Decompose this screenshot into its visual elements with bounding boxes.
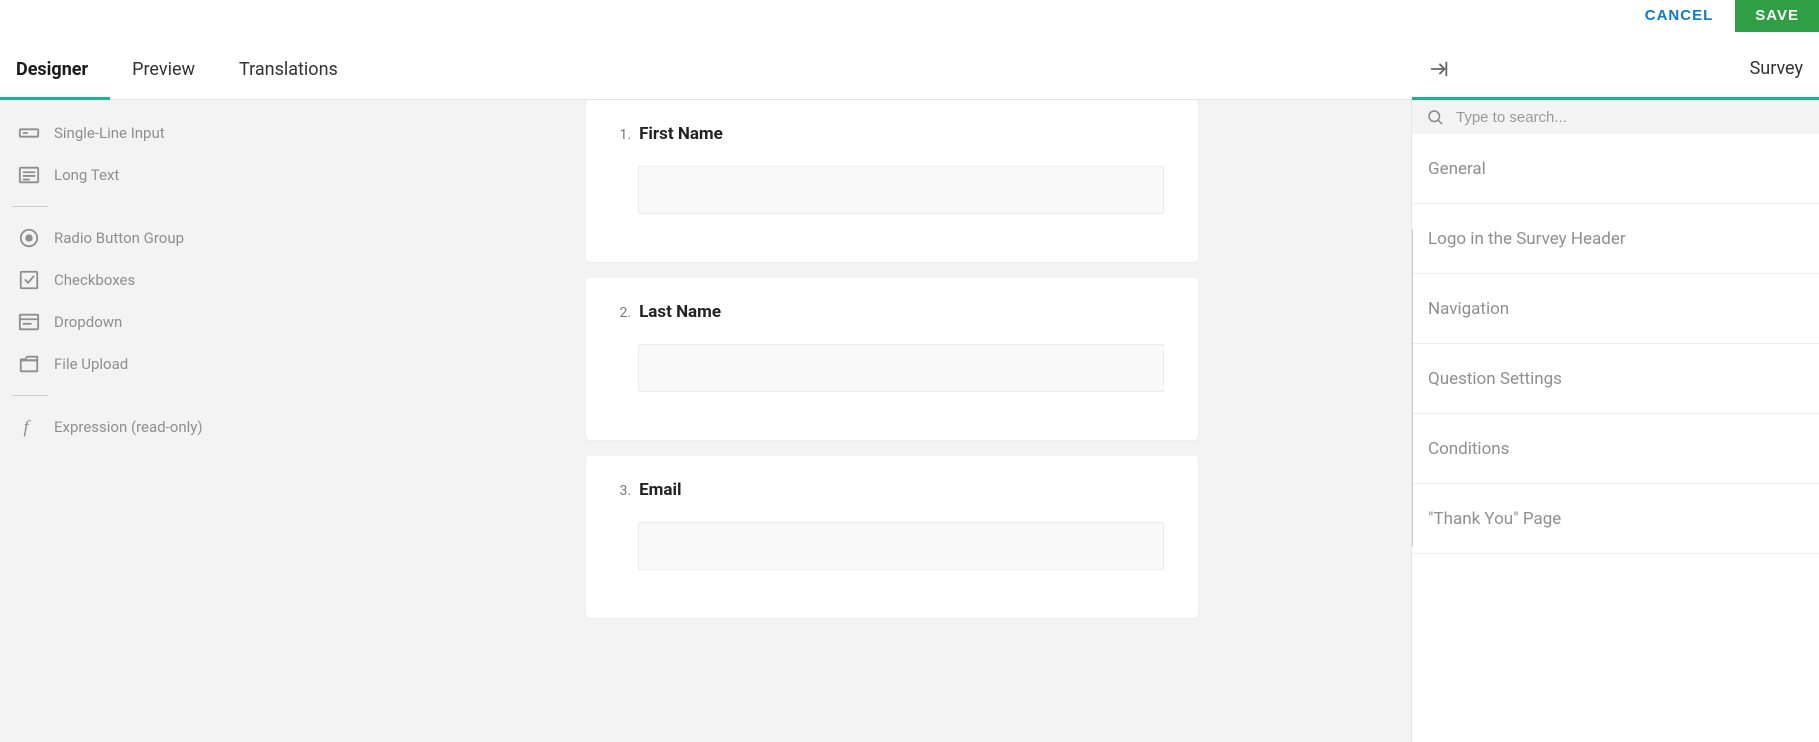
property-section[interactable]: Question Settings — [1412, 344, 1819, 414]
toolbox-item-file[interactable]: File Upload — [0, 343, 372, 385]
property-section[interactable]: Navigation — [1412, 274, 1819, 344]
save-button[interactable]: SAVE — [1735, 0, 1819, 32]
toolbox-item-checkbox[interactable]: Checkboxes — [0, 259, 372, 301]
property-section[interactable]: General — [1412, 134, 1819, 204]
question-card[interactable]: 3. Email — [586, 456, 1198, 618]
long-text-icon — [18, 164, 40, 186]
function-icon: f — [18, 416, 40, 438]
tab-translations[interactable]: Translations — [239, 40, 338, 99]
toolbox-panel: Single-Line Input Long Text Radio Button G… — [0, 100, 372, 742]
question-text-input[interactable] — [638, 166, 1164, 214]
checkbox-icon — [18, 269, 40, 291]
property-section[interactable]: Logo in the Survey Header — [1412, 204, 1819, 274]
toolbox-item-long-text[interactable]: Long Text — [0, 154, 372, 196]
search-input[interactable] — [1456, 109, 1805, 126]
design-surface[interactable]: 1. First Name 2. Last Name 3. Email — [372, 100, 1411, 742]
question-card[interactable]: 1. First Name — [586, 100, 1198, 262]
question-text-input[interactable] — [638, 344, 1164, 392]
toolbox-item-label: Checkboxes — [54, 271, 135, 289]
toolbox-item-label: File Upload — [54, 355, 128, 373]
text-input-icon — [18, 122, 40, 144]
toolbox-item-expression[interactable]: f Expression (read-only) — [0, 406, 372, 448]
radio-icon — [18, 227, 40, 249]
properties-panel: Survey GeneralLogo in the Survey HeaderN… — [1411, 100, 1819, 742]
file-upload-icon — [18, 353, 40, 375]
property-section[interactable]: Conditions — [1412, 414, 1819, 484]
question-title: First Name — [639, 124, 723, 144]
cancel-button[interactable]: CANCEL — [1635, 7, 1724, 24]
svg-text:f: f — [24, 417, 32, 437]
tab-designer[interactable]: Designer — [16, 40, 88, 99]
toolbox-item-label: Long Text — [54, 166, 119, 184]
toolbox-item-label: Radio Button Group — [54, 229, 184, 247]
toolbox-item-label: Dropdown — [54, 313, 122, 331]
search-icon — [1426, 108, 1444, 126]
toolbox-item-label: Single-Line Input — [54, 124, 165, 142]
question-number: 1. — [620, 127, 632, 143]
question-number: 2. — [620, 305, 632, 321]
collapse-right-icon — [1428, 58, 1450, 80]
collapse-panel-button[interactable] — [1428, 47, 1450, 91]
scrollbar-thumb[interactable] — [1412, 228, 1413, 548]
toolbox-item-label: Expression (read-only) — [54, 418, 203, 436]
question-number: 3. — [620, 483, 632, 499]
tab-preview[interactable]: Preview — [132, 40, 195, 99]
question-text-input[interactable] — [638, 522, 1164, 570]
search-bar — [1412, 100, 1819, 134]
toolbox-item-dropdown[interactable]: Dropdown — [0, 301, 372, 343]
question-title: Last Name — [639, 302, 721, 322]
toolbox-item-radio[interactable]: Radio Button Group — [0, 217, 372, 259]
dropdown-icon — [18, 311, 40, 333]
property-section[interactable]: "Thank You" Page — [1412, 484, 1819, 554]
toolbox-separator — [12, 206, 48, 207]
toolbox-item-single-line[interactable]: Single-Line Input — [0, 112, 372, 154]
properties-panel-title: Survey — [1750, 58, 1803, 79]
question-card[interactable]: 2. Last Name — [586, 278, 1198, 440]
question-title: Email — [639, 480, 681, 500]
toolbox-separator — [12, 395, 48, 396]
tabs-bar: Designer Preview Translations — [0, 40, 1660, 99]
